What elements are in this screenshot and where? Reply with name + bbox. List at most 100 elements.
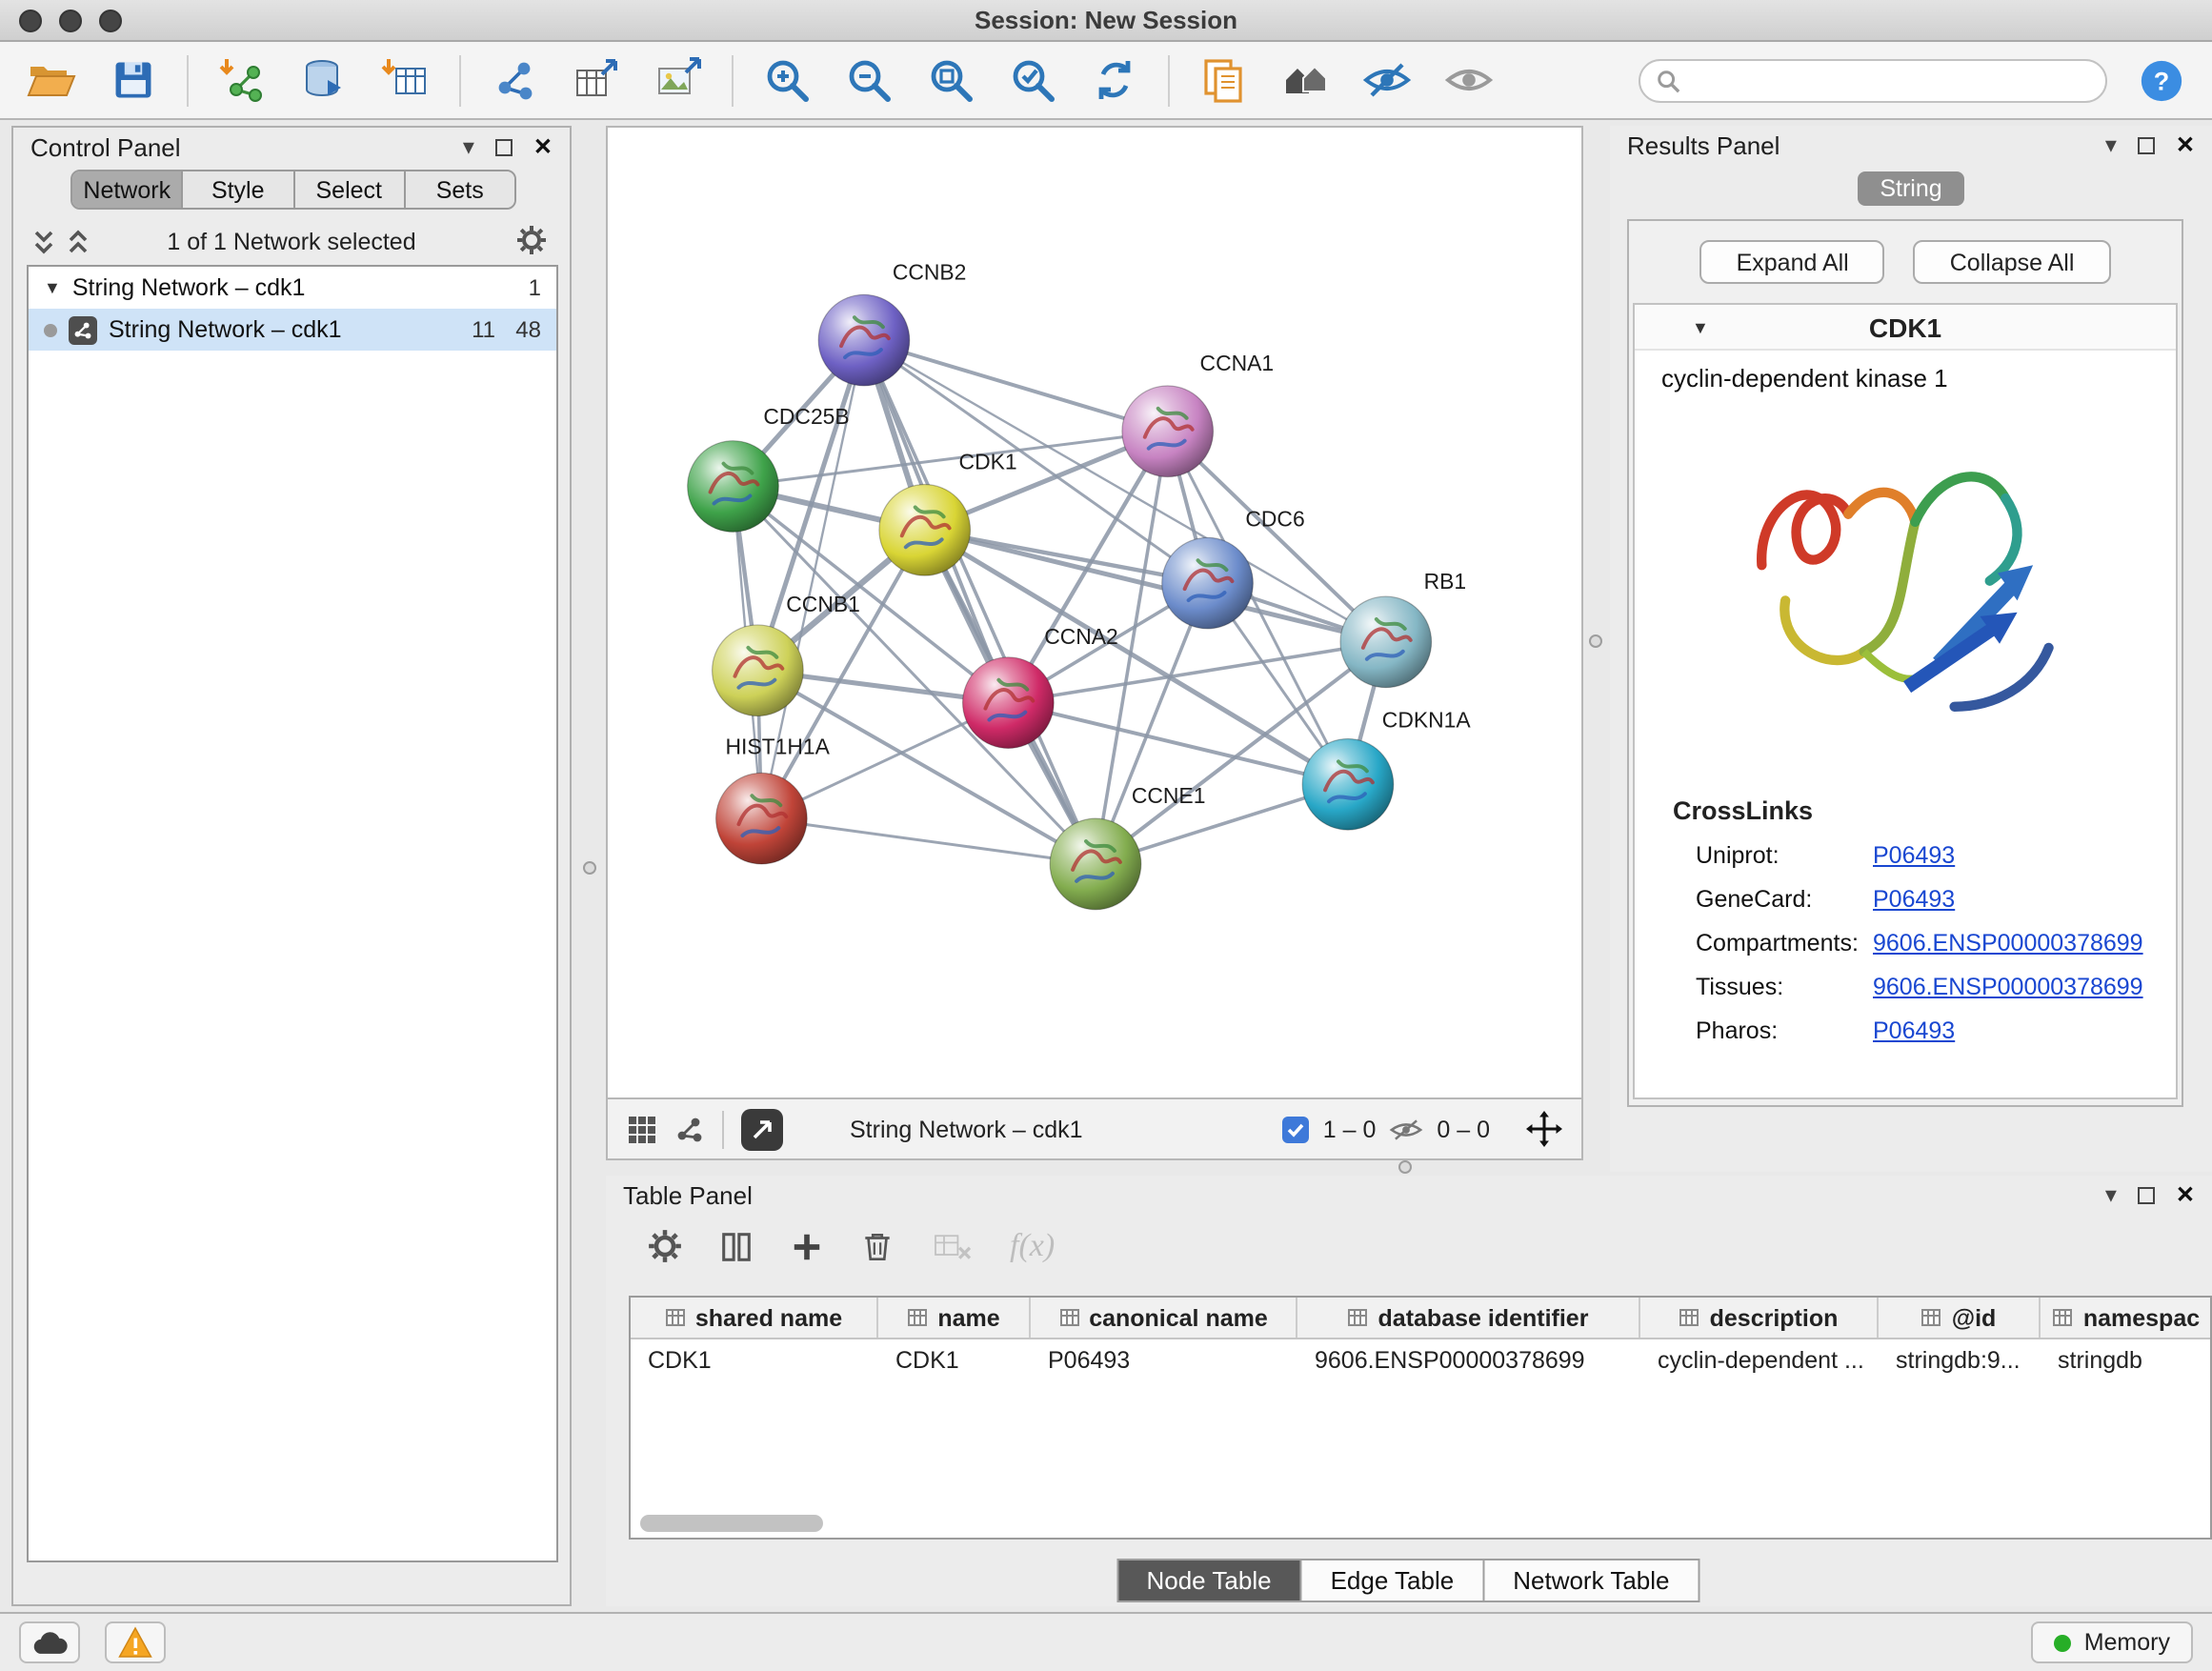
network-node-cdc6[interactable] [1162,537,1254,629]
cloud-status-button[interactable] [19,1621,80,1663]
gene-panel-header[interactable]: ▼ CDK1 [1635,305,2176,351]
crosslink-link[interactable]: P06493 [1873,841,1955,868]
delete-column-trash-icon[interactable] [859,1228,895,1264]
network-options-gear-icon[interactable] [516,225,547,265]
network-node-ccnb1[interactable] [713,625,804,716]
panel-close-icon[interactable]: ✕ [2176,1183,2195,1206]
save-session-button[interactable] [105,51,162,109]
column-header-description[interactable]: description [1640,1298,1879,1338]
protein-structure-image[interactable] [1635,400,2176,777]
column-header-canonical-name[interactable]: canonical name [1031,1298,1297,1338]
zoom-out-button[interactable] [840,51,897,109]
network-node-cdk1[interactable] [879,485,971,576]
grid-view-icon[interactable] [627,1114,657,1144]
tab-sets[interactable]: Sets [406,171,515,208]
panel-float-icon[interactable] [2138,1186,2155,1203]
warnings-button[interactable] [105,1621,166,1663]
network-from-table-button[interactable] [568,51,625,109]
network-node-ccne1[interactable] [1050,818,1141,910]
apply-layout-button[interactable] [1086,51,1143,109]
crosslink-link[interactable]: P06493 [1873,1017,1955,1043]
splitter-handle[interactable] [1589,634,1602,648]
network-node-cdkn1a[interactable] [1302,738,1394,830]
network-edge[interactable] [864,340,1096,864]
search-field[interactable] [1639,58,2107,102]
panel-close-icon[interactable]: ✕ [2176,133,2195,156]
search-input[interactable] [1692,67,2090,93]
panel-float-icon[interactable] [495,138,513,155]
table-settings-gear-icon[interactable] [648,1229,682,1263]
zoom-window-button[interactable] [99,10,122,32]
hide-selected-button[interactable] [1358,51,1416,109]
overview-button[interactable] [1277,51,1334,109]
table-toolbar: f(x) [606,1214,2212,1278]
show-all-button[interactable] [1440,51,1498,109]
crosslink-link[interactable]: P06493 [1873,885,1955,912]
tab-select[interactable]: Select [294,171,406,208]
crosslink-link[interactable]: 9606.ENSP00000378699 [1873,929,2143,956]
expand-all-button[interactable]: Expand All [1700,240,1885,284]
column-header-database-identifier[interactable]: database identifier [1297,1298,1640,1338]
collapse-all-button[interactable]: Collapse All [1914,240,2111,284]
network-row[interactable]: String Network – cdk1 11 48 [29,309,556,351]
network-node-ccnb2[interactable] [818,294,910,386]
network-edge[interactable] [1008,703,1348,785]
splitter-handle[interactable] [1398,1160,1412,1174]
tab-edge-table[interactable]: Edge Table [1300,1559,1485,1602]
selected-checkbox-icon[interactable] [1283,1116,1310,1142]
network-graph[interactable]: CCNB2CCNA1CDC25BCDK1CDC6RB1CCNB1CCNA2CDK… [608,128,1581,1097]
network-edge[interactable] [864,340,1168,432]
network-node-rb1[interactable] [1340,596,1432,688]
network-node-ccna2[interactable] [963,657,1055,749]
help-button[interactable]: ? [2132,51,2189,109]
tab-node-table[interactable]: Node Table [1116,1559,1301,1602]
close-window-button[interactable] [19,10,42,32]
gene-disclosure-icon[interactable]: ▼ [1692,317,1709,336]
import-network-from-file-button[interactable] [213,51,271,109]
new-network-button[interactable] [486,51,543,109]
zoom-fit-button[interactable] [922,51,979,109]
memory-button[interactable]: Memory [2031,1621,2193,1663]
column-header-id[interactable]: @id [1879,1298,2041,1338]
network-node-ccna1[interactable] [1122,386,1214,477]
panel-collapse-icon[interactable]: ▾ [2105,133,2117,156]
table-row[interactable]: CDK1CDK1P064939606.ENSP00000378699cyclin… [631,1339,2210,1379]
zoom-in-button[interactable] [758,51,815,109]
minimize-window-button[interactable] [59,10,82,32]
panel-close-icon[interactable]: ✕ [533,135,553,158]
scrollbar-thumb[interactable] [640,1515,823,1532]
panel-collapse-icon[interactable]: ▾ [463,135,474,158]
splitter-handle[interactable] [583,861,596,875]
network-collection-row[interactable]: ▼ String Network – cdk1 1 [29,267,556,309]
column-header-namespac[interactable]: namespac [2041,1298,2212,1338]
network-view-icon[interactable] [674,1114,705,1144]
copy-documents-button[interactable] [1195,51,1252,109]
network-edge[interactable] [761,818,1096,864]
network-node-cdc25b[interactable] [688,441,779,533]
table-horizontal-scrollbar[interactable] [636,1515,2204,1532]
collection-disclosure-icon[interactable]: ▼ [44,278,61,297]
panel-float-icon[interactable] [2138,136,2155,153]
tab-style[interactable]: Style [184,171,295,208]
add-column-icon[interactable] [791,1230,823,1262]
hidden-eye-slash-icon[interactable] [1389,1116,1423,1142]
tab-network-table[interactable]: Network Table [1482,1559,1699,1602]
export-image-button[interactable] [650,51,707,109]
pan-crosshair-icon[interactable] [1526,1111,1562,1147]
column-header-name[interactable]: name [878,1298,1031,1338]
table-panel-title: Table Panel [623,1180,753,1209]
crosslink-link[interactable]: 9606.ENSP00000378699 [1873,973,2143,999]
zoom-selected-button[interactable] [1004,51,1061,109]
open-session-button[interactable] [23,51,80,109]
import-network-from-database-button[interactable] [295,51,352,109]
show-columns-icon[interactable] [718,1228,754,1264]
column-header-shared-name[interactable]: shared name [631,1298,878,1338]
network-node-hist1h1a[interactable] [716,773,808,864]
tab-string[interactable]: String [1857,171,1964,205]
tab-network[interactable]: Network [72,171,184,208]
export-view-button[interactable] [741,1108,783,1150]
database-icon [299,55,349,105]
import-table-from-file-button[interactable] [377,51,434,109]
panel-collapse-icon[interactable]: ▾ [2105,1183,2117,1206]
network-canvas[interactable]: CCNB2CCNA1CDC25BCDK1CDC6RB1CCNB1CCNA2CDK… [606,126,1583,1099]
